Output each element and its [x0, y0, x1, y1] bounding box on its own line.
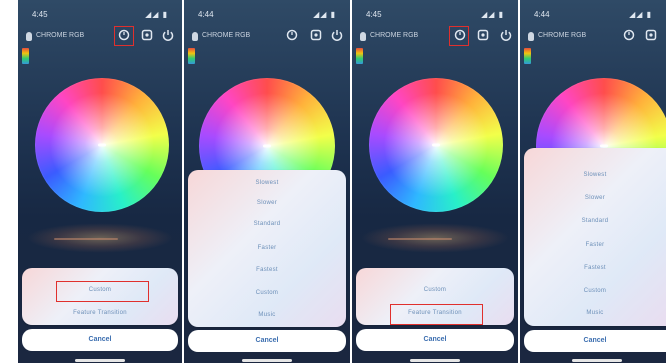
brightness-label [388, 238, 452, 240]
sheet-item-feature-transition[interactable]: Feature Transition [22, 310, 178, 316]
power-icon[interactable] [161, 28, 175, 42]
settings-icon[interactable] [140, 28, 154, 42]
phone-panel-1: 4:45 ◢◢ ▮ CHROME RGB Custom Feature Tran… [18, 0, 182, 363]
sheet-item-music[interactable]: Music [524, 310, 666, 316]
status-signal: ◢◢ ▮ [313, 10, 336, 19]
wheel-center-marker [98, 143, 106, 147]
phone-panel-2: 4:44 ◢◢ ▮ CHROME RGB Slowest Slower Stan… [184, 0, 350, 363]
device-name: CHROME RGB [370, 32, 419, 39]
brightness-label [54, 238, 118, 240]
status-time: 4:44 [198, 10, 214, 19]
phone-panel-4: 4:44 ◢◢ ▮ CHROME RGB Slowest Slower Stan… [520, 0, 666, 363]
top-bar: CHROME RGB [520, 26, 666, 48]
phone-panel-3: 4:45 ◢◢ ▮ CHROME RGB Custom Feature Tran… [352, 0, 518, 363]
settings-icon[interactable] [309, 28, 323, 42]
sheet-item-slowest[interactable]: Slowest [524, 172, 666, 178]
status-signal: ◢◢ ▮ [629, 10, 652, 19]
action-sheet: Custom Feature Transition [356, 268, 514, 325]
sheet-item-standard[interactable]: Standard [188, 221, 346, 227]
device-name: CHROME RGB [538, 32, 587, 39]
screenshot-stage: 4:45 ◢◢ ▮ CHROME RGB Custom Feature Tran… [0, 0, 666, 363]
home-indicator [75, 359, 125, 362]
sheet-item-custom[interactable]: Custom [356, 287, 514, 293]
color-palette-icon[interactable] [188, 48, 195, 64]
top-bar: CHROME RGB [352, 26, 518, 48]
color-wheel[interactable] [369, 78, 503, 212]
status-time: 4:45 [32, 10, 48, 19]
timer-icon[interactable] [117, 28, 131, 42]
status-bar: 4:45 ◢◢ ▮ [352, 10, 518, 22]
top-bar: CHROME RGB [184, 26, 350, 48]
device-name: CHROME RGB [36, 32, 85, 39]
speed-action-sheet: Slowest Slower Standard Faster Fastest C… [188, 170, 346, 327]
action-sheet: Custom Feature Transition [22, 268, 178, 325]
sheet-item-custom[interactable]: Custom [188, 290, 346, 296]
bulb-icon [360, 32, 366, 41]
power-icon[interactable] [499, 28, 513, 42]
home-indicator [242, 359, 292, 362]
sheet-item-faster[interactable]: Faster [188, 245, 346, 251]
sheet-item-custom[interactable]: Custom [524, 288, 666, 294]
status-bar: 4:45 ◢◢ ▮ [18, 10, 182, 22]
wheel-center-marker [432, 143, 440, 147]
status-signal: ◢◢ ▮ [481, 10, 504, 19]
settings-icon[interactable] [644, 28, 658, 42]
sheet-item-custom[interactable]: Custom [22, 287, 178, 293]
sheet-item-faster[interactable]: Faster [524, 242, 666, 248]
color-wheel[interactable] [35, 78, 169, 212]
status-time: 4:44 [534, 10, 550, 19]
sheet-item-fastest[interactable]: Fastest [524, 265, 666, 271]
color-palette-icon[interactable] [22, 48, 29, 64]
power-icon[interactable] [330, 28, 344, 42]
cancel-button[interactable]: Cancel [356, 329, 514, 351]
bulb-icon [192, 32, 198, 41]
top-bar: CHROME RGB [18, 26, 182, 48]
color-palette-icon[interactable] [524, 48, 531, 64]
cancel-button[interactable]: Cancel [524, 330, 666, 352]
timer-icon[interactable] [285, 28, 299, 42]
speed-action-sheet: Slowest Slower Standard Faster Fastest C… [524, 148, 666, 326]
status-bar: 4:44 ◢◢ ▮ [184, 10, 350, 22]
wheel-center-marker [263, 144, 271, 148]
cancel-button[interactable]: Cancel [188, 330, 346, 352]
device-name: CHROME RGB [202, 32, 251, 39]
home-indicator [410, 359, 460, 362]
home-indicator [572, 359, 622, 362]
color-palette-icon[interactable] [356, 48, 363, 64]
settings-icon[interactable] [476, 28, 490, 42]
bulb-icon [26, 32, 32, 41]
timer-icon[interactable] [453, 28, 467, 42]
sheet-item-standard[interactable]: Standard [524, 218, 666, 224]
sheet-item-music[interactable]: Music [188, 312, 346, 318]
sheet-item-slower[interactable]: Slower [524, 195, 666, 201]
status-time: 4:45 [366, 10, 382, 19]
cancel-button[interactable]: Cancel [22, 329, 178, 351]
status-bar: 4:44 ◢◢ ▮ [520, 10, 666, 22]
sheet-item-slowest[interactable]: Slowest [188, 180, 346, 186]
timer-icon[interactable] [622, 28, 636, 42]
bulb-icon [528, 32, 534, 41]
status-signal: ◢◢ ▮ [145, 10, 168, 19]
sheet-item-feature-transition[interactable]: Feature Transition [356, 310, 514, 316]
sheet-item-slower[interactable]: Slower [188, 200, 346, 206]
sheet-item-fastest[interactable]: Fastest [188, 267, 346, 273]
